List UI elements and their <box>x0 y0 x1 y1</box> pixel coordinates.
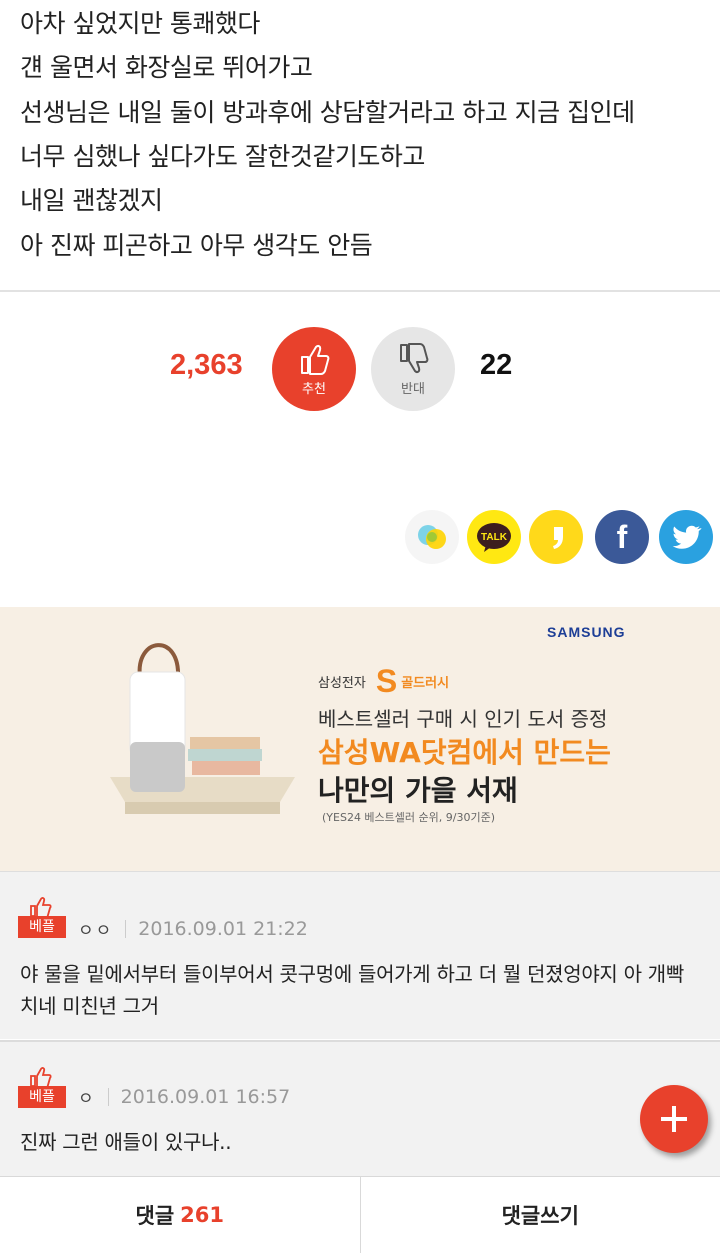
downvote-label: 반대 <box>401 382 425 397</box>
best-comment: 베플 ㅇ 2016.09.01 16:57 진짜 그런 애들이 있구나.. <box>0 1040 720 1176</box>
article-line: 걘 울면서 화장실로 뛰어가고 <box>20 53 313 82</box>
s-logo-mark: S <box>375 663 398 699</box>
upvote-button[interactable]: 추천 <box>272 327 356 411</box>
share-kakao-talk-button[interactable]: TALK <box>467 510 521 564</box>
article-line: 아차 싶었지만 통쾌했다 <box>20 9 260 38</box>
comment-body: 야 물을 밑에서부터 들이부어서 콧구멍에 들어가게 하고 더 뭘 던졌엉야지 … <box>20 962 684 1018</box>
thumbs-up-icon <box>30 897 52 918</box>
add-comment-fab[interactable] <box>640 1085 708 1153</box>
upvote-count: 2,363 <box>170 349 243 381</box>
facebook-icon: f <box>617 519 628 555</box>
ad-headline-3: 나만의 가을 서재 <box>318 774 518 807</box>
best-reply-tag: 베플 <box>18 916 66 938</box>
samsung-logo: SAMSUNG <box>547 624 626 640</box>
article-line: 너무 심했나 싶다가도 잘한것같기도하고 <box>20 142 425 171</box>
comment-meta: ㅇㅇ 2016.09.01 21:22 <box>78 916 308 942</box>
share-twitter-button[interactable] <box>659 510 713 564</box>
plus-icon <box>661 1106 687 1132</box>
speaker-product-image <box>110 643 295 814</box>
downvote-count: 22 <box>480 349 513 381</box>
ad-banner[interactable]: SAMSUNG 삼성전자 S 골드러시 베스트셀러 구매 시 인기 도서 증정 … <box>0 607 720 871</box>
comment-meta: ㅇ 2016.09.01 16:57 <box>78 1084 291 1110</box>
article-line: 내일 괜찮겠지 <box>20 186 163 215</box>
best-reply-tag: 베플 <box>18 1086 66 1108</box>
article-line: 선생님은 내일 둘이 방과후에 상담할거라고 하고 지금 집인데 <box>20 98 635 127</box>
comment-time: 2016.09.01 16:57 <box>120 1085 291 1108</box>
comments-tab-label: 댓글 <box>135 1204 175 1228</box>
comments-count: 261 <box>180 1203 224 1227</box>
thumbs-up-icon <box>30 1067 52 1088</box>
share-kakao-channel-button[interactable] <box>529 510 583 564</box>
share-facebook-button[interactable]: f <box>595 510 649 564</box>
facebook-letter: f <box>617 519 628 555</box>
divider <box>125 919 127 938</box>
best-reply-badge: 베플 <box>18 896 66 940</box>
ad-headline-2: 삼성WA닷컴에서 만드는 <box>318 736 611 769</box>
downvote-button[interactable]: 반대 <box>371 327 455 411</box>
comment-author[interactable]: ㅇㅇ <box>78 916 113 941</box>
divider <box>107 1087 109 1106</box>
ad-sub-brand-tag: 골드러시 <box>401 676 450 691</box>
best-reply-badge: 베플 <box>18 1066 66 1110</box>
comment-author[interactable]: ㅇ <box>78 1084 96 1109</box>
kakao-story-icon <box>418 525 446 549</box>
thumbs-up-icon <box>301 345 330 375</box>
ad-footnote: (YES24 베스트셀러 순위, 9/30기준) <box>322 811 495 824</box>
comments-tab[interactable]: 댓글 261 <box>0 1177 360 1253</box>
vote-section: 2,363 추천 반대 22 <box>0 294 720 454</box>
goldrush-logo: 삼성전자 S 골드러시 <box>318 663 449 700</box>
upvote-label: 추천 <box>302 382 326 397</box>
write-comment-label: 댓글쓰기 <box>501 1204 579 1228</box>
article-body: 아차 싶었지만 통쾌했다 걘 울면서 화장실로 뛰어가고 선생님은 내일 둘이 … <box>0 0 720 292</box>
comment-body: 진짜 그런 애들이 있구나.. <box>20 1130 232 1154</box>
thumbs-down-icon <box>400 343 429 373</box>
twitter-icon <box>672 525 702 549</box>
write-comment-tab[interactable]: 댓글쓰기 <box>359 1177 720 1253</box>
bottom-action-bar: 댓글 261 댓글쓰기 <box>0 1176 720 1253</box>
ad-headline-1: 베스트셀러 구매 시 인기 도서 증정 <box>318 707 608 731</box>
kakao-talk-label: TALK <box>481 532 508 543</box>
kakao-talk-icon: TALK <box>477 523 511 552</box>
article-line: 아 진짜 피곤하고 아무 생각도 안듬 <box>20 231 373 260</box>
kakao-talk-channel-icon <box>553 527 563 549</box>
best-comment: 베플 ㅇㅇ 2016.09.01 21:22 야 물을 밑에서부터 들이부어서 … <box>0 871 720 1039</box>
ad-sub-brand: 삼성전자 <box>318 676 366 691</box>
share-kakao-story-button[interactable] <box>405 510 459 564</box>
comment-time: 2016.09.01 21:22 <box>138 917 308 940</box>
